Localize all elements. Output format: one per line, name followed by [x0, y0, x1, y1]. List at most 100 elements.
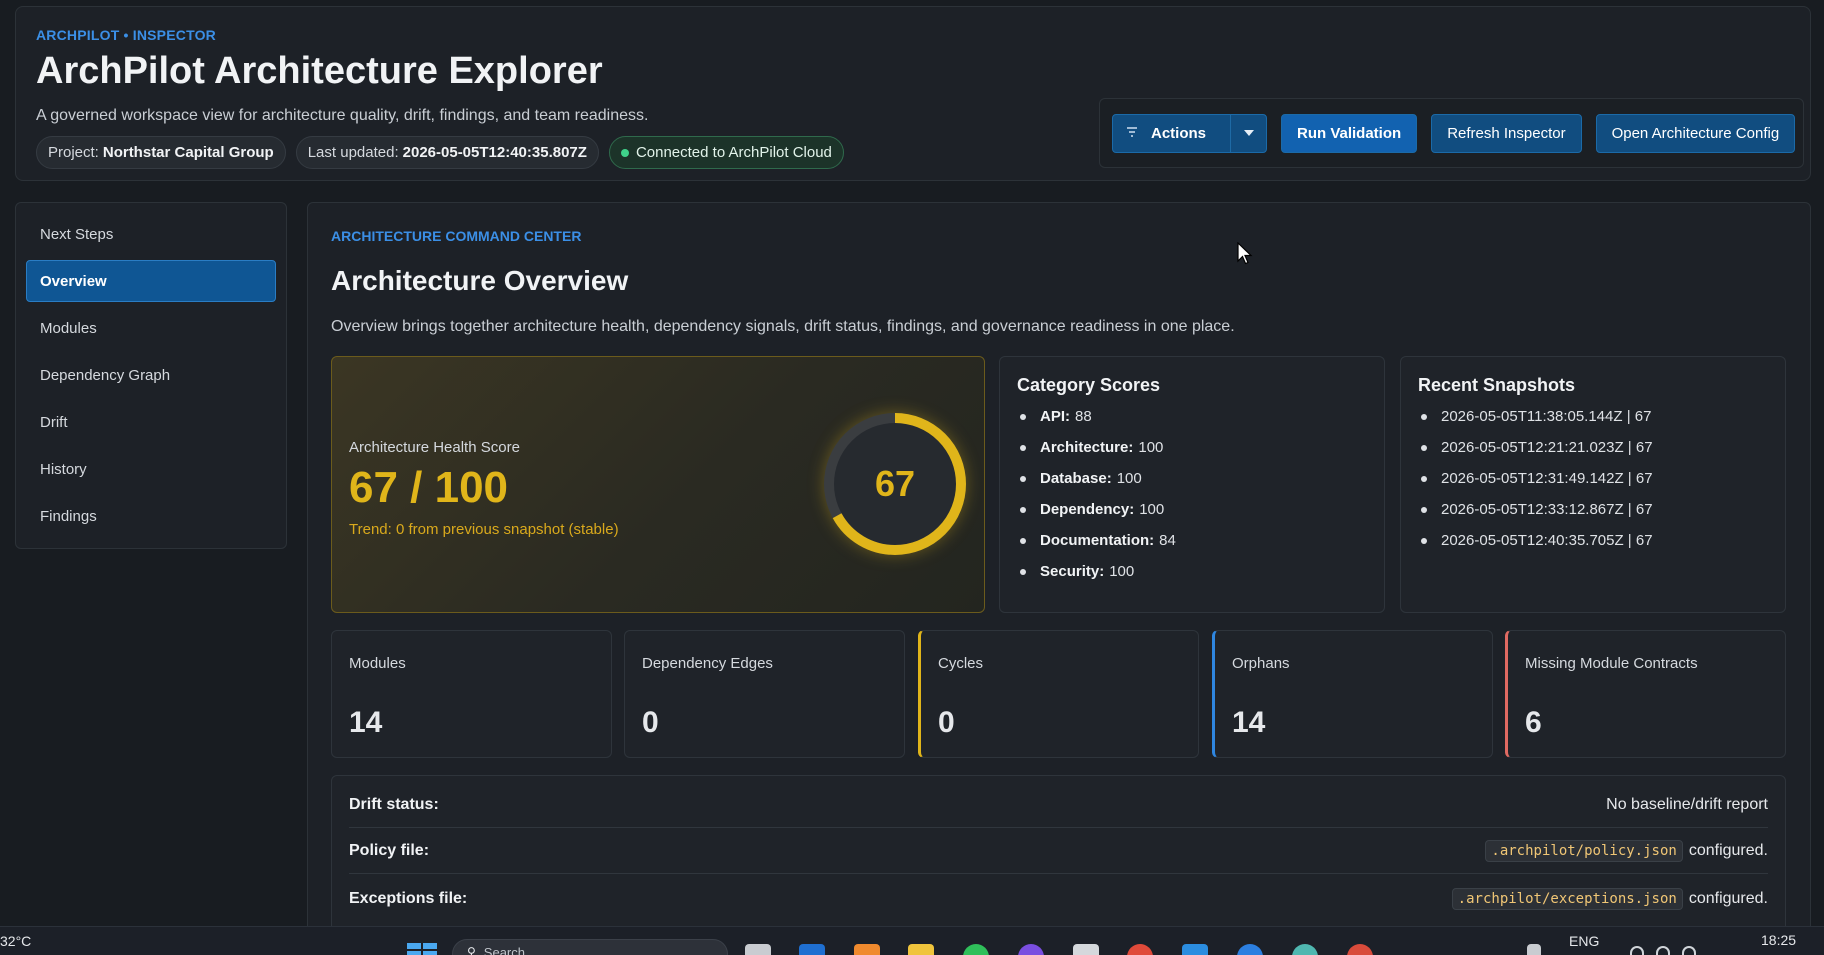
app-icon-browser[interactable] [1347, 944, 1373, 955]
header-actions: Actions Run Validation Refresh Inspector… [1099, 98, 1804, 168]
folder-icon[interactable] [908, 944, 934, 955]
stat-card-missing-module-contracts: Missing Module Contracts 6 [1505, 630, 1786, 758]
list-item: 2026-05-05T12:40:35.705Z | 67 [1418, 525, 1653, 556]
drift-status-value: No baseline/drift report [1606, 795, 1768, 813]
category-name: Documentation: [1040, 532, 1155, 549]
project-pill: Project: Northstar Capital Group [36, 136, 286, 169]
divider [349, 873, 1768, 874]
sidebar-item-history[interactable]: History [26, 448, 276, 490]
recent-snapshots-title: Recent Snapshots [1418, 375, 1576, 395]
last-updated-label: Last updated: [307, 144, 399, 161]
governance-details: Drift status: No baseline/drift report P… [331, 775, 1786, 935]
sidebar-item-drift[interactable]: Drift [26, 401, 276, 443]
category-scores-list: API: 88 Architecture: 100 Database: 100 Dep… [1017, 401, 1176, 587]
stat-value: 14 [1232, 706, 1266, 739]
connection-status-badge: Connected to ArchPilot Cloud [608, 136, 844, 169]
app-icon-notepad[interactable] [745, 944, 771, 955]
category-value: 100 [1138, 439, 1164, 456]
app-icon-globe[interactable] [1292, 944, 1318, 955]
overview-panel: ARCHITECTURE COMMAND CENTER Architecture… [307, 202, 1811, 955]
list-item: 2026-05-05T12:31:49.142Z | 67 [1418, 463, 1653, 494]
category-scores-title: Category Scores [1017, 375, 1161, 395]
exceptions-file-path: .archpilot/exceptions.json [1451, 887, 1683, 910]
category-name: Database: [1040, 470, 1112, 487]
category-name: API: [1040, 408, 1070, 425]
health-score-label: Architecture Health Score [349, 439, 520, 456]
app-title: ArchPilot Architecture Explorer [36, 50, 603, 92]
clock[interactable]: 18:25 [1761, 932, 1796, 948]
app-icon-messenger[interactable] [1018, 944, 1044, 955]
actions-dropdown-button[interactable]: Actions [1112, 113, 1267, 153]
app-eyebrow: ARCHPILOT • INSPECTOR [36, 27, 216, 43]
exceptions-file-label: Exceptions file: [349, 889, 468, 907]
policy-file-row: Policy file: .archpilot/policy.json conf… [349, 828, 1768, 873]
run-validation-button[interactable]: Run Validation [1281, 113, 1418, 153]
sidebar-item-overview[interactable]: Overview [26, 260, 276, 302]
stat-value: 0 [938, 706, 955, 739]
category-name: Architecture: [1040, 439, 1134, 456]
windows-start-icon[interactable] [407, 943, 437, 955]
stat-card-orphans: Orphans 14 [1212, 630, 1493, 758]
recent-snapshots-list: 2026-05-05T11:38:05.144Z | 67 2026-05-05… [1418, 401, 1653, 556]
drift-status-row: Drift status: No baseline/drift report [349, 782, 1768, 827]
stat-card-dependency-edges: Dependency Edges 0 [624, 630, 905, 758]
stat-value: 0 [642, 706, 659, 739]
recent-snapshots-card: Recent Snapshots 2026-05-05T11:38:05.144… [1400, 356, 1786, 613]
filter-icon [1113, 126, 1151, 141]
policy-file-label: Policy file: [349, 841, 430, 859]
app-icon-outlook[interactable] [799, 944, 825, 955]
os-taskbar: 32°C ⚲ Search ENG 18:25 [0, 926, 1824, 955]
volume-icon[interactable] [1656, 946, 1670, 955]
page-title: Architecture Overview [331, 265, 629, 296]
weather-widget[interactable]: 32°C [0, 933, 31, 949]
drift-status-label: Drift status: [349, 795, 439, 813]
sidebar-item-next-steps[interactable]: Next Steps [26, 213, 276, 255]
sidebar-item-modules[interactable]: Modules [26, 307, 276, 349]
policy-file-status: configured. [1688, 841, 1768, 859]
category-value: 100 [1116, 470, 1142, 487]
stat-label: Missing Module Contracts [1525, 655, 1698, 672]
category-name: Dependency: [1040, 501, 1135, 518]
list-item: API: 88 [1017, 401, 1176, 432]
taskbar-search-input[interactable]: ⚲ Search [452, 939, 728, 955]
app-icon-chrome[interactable] [1127, 944, 1153, 955]
list-item: 2026-05-05T12:21:21.023Z | 67 [1418, 432, 1653, 463]
battery-icon[interactable] [1682, 946, 1696, 955]
section-eyebrow: ARCHITECTURE COMMAND CENTER [331, 228, 582, 244]
list-item: Database: 100 [1017, 463, 1176, 494]
app-icon-document[interactable] [1073, 944, 1099, 955]
health-ring-value: 67 [874, 463, 916, 504]
category-value: 84 [1159, 532, 1176, 549]
open-architecture-config-button[interactable]: Open Architecture Config [1595, 113, 1796, 153]
category-name: Security: [1040, 563, 1105, 580]
list-item: Architecture: 100 [1017, 432, 1176, 463]
chevron-down-icon[interactable] [1230, 114, 1266, 152]
stat-card-cycles: Cycles 0 [918, 630, 1199, 758]
health-trend: Trend: 0 from previous snapshot (stable) [349, 521, 619, 538]
stat-label: Cycles [938, 655, 984, 672]
app-header: ARCHPILOT • INSPECTOR ArchPilot Architec… [15, 6, 1811, 181]
wifi-icon[interactable] [1630, 946, 1644, 955]
category-value: 100 [1109, 563, 1135, 580]
last-updated-value: 2026-05-05T12:40:35.807Z [402, 144, 587, 161]
app-icon-photos[interactable] [854, 944, 880, 955]
search-icon: ⚲ [467, 945, 476, 955]
actions-label: Actions [1151, 124, 1207, 142]
stat-label: Modules [349, 655, 406, 672]
language-indicator[interactable]: ENG [1569, 933, 1599, 949]
list-item: Dependency: 100 [1017, 494, 1176, 525]
sidebar-nav: Next Steps Overview Modules Dependency G… [15, 202, 287, 549]
list-item: Security: 100 [1017, 556, 1176, 587]
app-icon-whatsapp[interactable] [963, 944, 989, 955]
health-score-card: Architecture Health Score 67 / 100 Trend… [331, 356, 985, 613]
app-icon-vscode[interactable] [1182, 944, 1208, 955]
exceptions-file-status: configured. [1688, 889, 1768, 907]
category-value: 100 [1139, 501, 1165, 518]
stat-label: Orphans [1232, 655, 1290, 672]
app-icon-tray[interactable] [1527, 944, 1541, 955]
refresh-inspector-button[interactable]: Refresh Inspector [1431, 113, 1582, 153]
sidebar-item-findings[interactable]: Findings [26, 495, 276, 537]
app-icon-blue[interactable] [1237, 944, 1263, 955]
policy-file-value: .archpilot/policy.json configured. [1485, 839, 1768, 862]
sidebar-item-dependency-graph[interactable]: Dependency Graph [26, 354, 276, 396]
